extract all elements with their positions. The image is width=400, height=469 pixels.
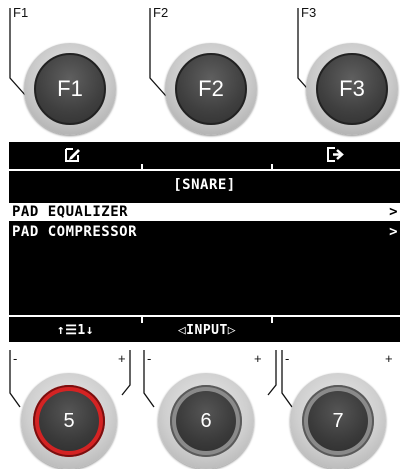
- encoder-5-active-ring: 5: [33, 385, 105, 457]
- chevron-right-icon: >: [389, 204, 398, 220]
- lcd-display: [SNARE] PAD EQUALIZER > PAD COMPRESSOR >…: [9, 142, 400, 342]
- encoder-6-cap: 6: [176, 391, 236, 451]
- f1-button-label: F1: [57, 76, 83, 101]
- encoder-7-minus: -: [285, 351, 290, 366]
- encoder-6-ring: 6: [170, 385, 242, 457]
- encoder-6-label: 6: [200, 409, 212, 432]
- f3-tag: F3: [301, 5, 317, 20]
- f2-button-cap: F2: [175, 53, 247, 125]
- scroll-indicator: ↑☰1↓: [56, 323, 95, 338]
- chevron-right-icon: >: [389, 224, 398, 240]
- encoder-5-minus: -: [13, 351, 18, 366]
- encoder-6-minus: -: [147, 351, 152, 366]
- encoder-7-ring: 7: [302, 385, 374, 457]
- encoder-5-cap: 5: [39, 391, 99, 451]
- encoder-7-plus: +: [385, 351, 393, 366]
- f1-button-cap: F1: [34, 53, 106, 125]
- f1-tag: F1: [13, 5, 29, 20]
- menu-item-label: PAD EQUALIZER: [12, 204, 129, 220]
- f2-button[interactable]: F2: [165, 43, 257, 135]
- f1-button[interactable]: F1: [24, 43, 116, 135]
- encoder-6-plus: +: [254, 351, 262, 366]
- f3-button[interactable]: F3: [306, 43, 398, 135]
- lcd-dividers: [9, 164, 400, 323]
- encoder-7-label: 7: [332, 409, 344, 432]
- encoder-6-leader-right: [267, 350, 277, 396]
- edit-icon[interactable]: [65, 147, 81, 162]
- f2-button-label: F2: [198, 76, 224, 101]
- exit-icon[interactable]: [327, 147, 345, 162]
- f2-leader-line: [149, 8, 167, 97]
- menu-item-label: PAD COMPRESSOR: [12, 224, 138, 240]
- page-title: [SNARE]: [173, 177, 236, 193]
- input-selector[interactable]: ◁INPUT▷: [142, 322, 272, 340]
- f3-button-cap: F3: [316, 53, 388, 125]
- encoder-7-knob[interactable]: 7: [290, 373, 386, 469]
- menu-item-pad-equalizer[interactable]: PAD EQUALIZER >: [9, 203, 400, 221]
- f3-button-label: F3: [339, 76, 365, 101]
- menu-item-pad-compressor[interactable]: PAD COMPRESSOR >: [9, 223, 400, 241]
- encoder-7-cap: 7: [308, 391, 368, 451]
- encoder-5-label: 5: [63, 409, 75, 432]
- f2-tag: F2: [153, 5, 169, 20]
- encoder-5-knob[interactable]: 5: [21, 373, 117, 469]
- encoder-5-plus: +: [118, 351, 126, 366]
- encoder-6-knob[interactable]: 6: [158, 373, 254, 469]
